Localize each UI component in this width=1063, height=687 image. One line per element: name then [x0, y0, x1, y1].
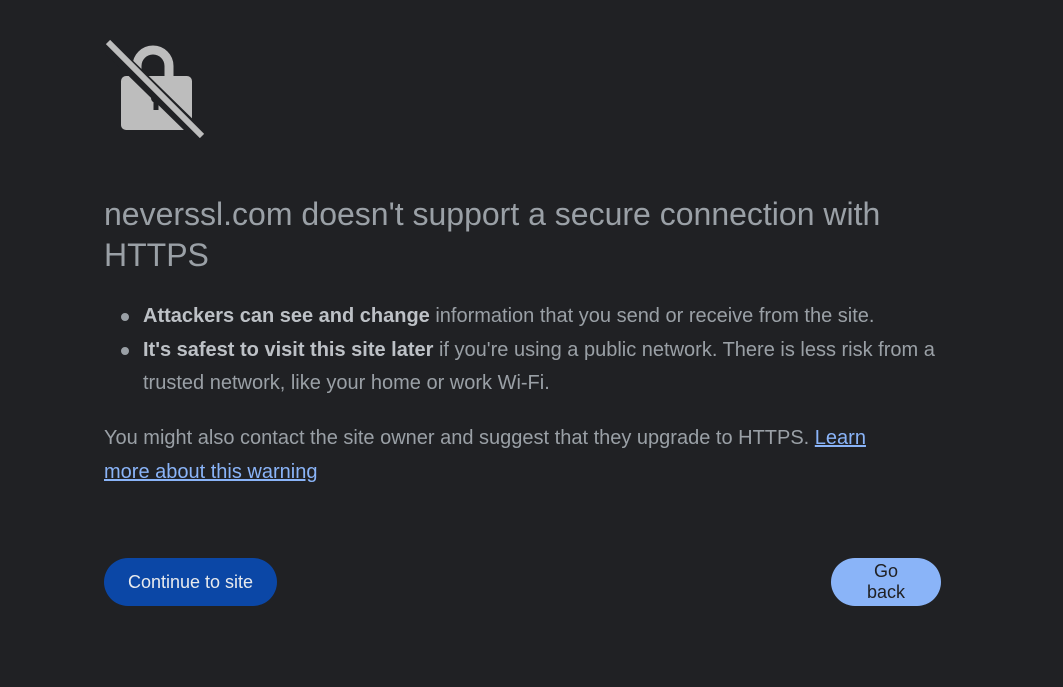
bullet-emphasis: It's safest to visit this site later: [143, 338, 434, 361]
risk-list: Attackers can see and change information…: [104, 300, 963, 401]
go-back-button[interactable]: Go back: [831, 558, 941, 606]
bullet-emphasis: Attackers can see and change: [143, 305, 430, 327]
continue-to-site-button[interactable]: Continue to site: [104, 558, 277, 606]
paragraph-text: You might also contact the site owner an…: [104, 427, 815, 449]
page-headline: neverssl.com doesn't support a secure co…: [104, 196, 881, 273]
bullet-text: information that you send or receive fro…: [429, 305, 875, 327]
explanation-paragraph: You might also contact the site owner an…: [104, 421, 904, 489]
list-item: Attackers can see and change information…: [121, 300, 963, 334]
unlocked-padlock-crossed-icon: [103, 39, 205, 140]
insecure-lock-icon: [103, 38, 205, 140]
list-item: It's safest to visit this site later if …: [121, 334, 963, 401]
